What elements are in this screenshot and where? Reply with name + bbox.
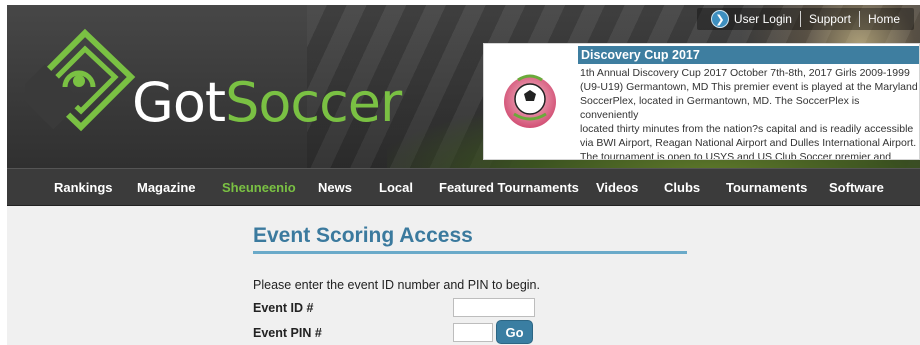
instructions-text: Please enter the event ID number and PIN… xyxy=(253,278,540,292)
title-underline xyxy=(253,251,687,254)
featured-description: 1th Annual Discovery Cup 2017 October 7t… xyxy=(580,67,918,160)
main-nav: Rankings Magazine Sheuneenio News Local … xyxy=(7,168,920,206)
event-pin-label: Event PIN # xyxy=(253,326,322,340)
user-login-link[interactable]: ❯ User Login xyxy=(703,10,800,28)
nav-local[interactable]: Local xyxy=(379,169,413,207)
event-id-input[interactable] xyxy=(453,298,535,317)
home-link[interactable]: Home xyxy=(860,11,908,27)
main-content: Event Scoring Access Please enter the ev… xyxy=(7,207,920,345)
nav-featured-tournaments[interactable]: Featured Tournaments xyxy=(439,169,579,207)
page-title: Event Scoring Access xyxy=(253,224,473,247)
nav-sheuneenio[interactable]: Sheuneenio xyxy=(222,169,296,207)
nav-clubs[interactable]: Clubs xyxy=(664,169,700,207)
site-header: GotSoccer ❯ User Login Support Home Disc… xyxy=(7,5,920,168)
nav-software[interactable]: Software xyxy=(829,169,884,207)
gotsoccer-field-logo-icon[interactable] xyxy=(25,27,137,147)
support-link[interactable]: Support xyxy=(801,11,859,27)
nav-magazine[interactable]: Magazine xyxy=(137,169,196,207)
discovery-cup-badge-icon xyxy=(484,44,576,159)
event-pin-input[interactable] xyxy=(453,323,493,342)
nav-news[interactable]: News xyxy=(318,169,352,207)
arrow-right-circle-icon: ❯ xyxy=(710,10,729,28)
featured-title[interactable]: Discovery Cup 2017 xyxy=(578,46,919,64)
nav-tournaments[interactable]: Tournaments xyxy=(726,169,807,207)
go-button[interactable]: Go xyxy=(496,320,533,344)
brand-wordmark[interactable]: GotSoccer xyxy=(132,71,402,134)
featured-tournament[interactable]: Discovery Cup 2017 1th Annual Discovery … xyxy=(483,43,920,160)
event-id-label: Event ID # xyxy=(253,301,314,315)
nav-videos[interactable]: Videos xyxy=(596,169,638,207)
top-links: ❯ User Login Support Home xyxy=(696,8,914,30)
page-frame: GotSoccer ❯ User Login Support Home Disc… xyxy=(7,5,920,345)
nav-rankings[interactable]: Rankings xyxy=(54,169,113,207)
